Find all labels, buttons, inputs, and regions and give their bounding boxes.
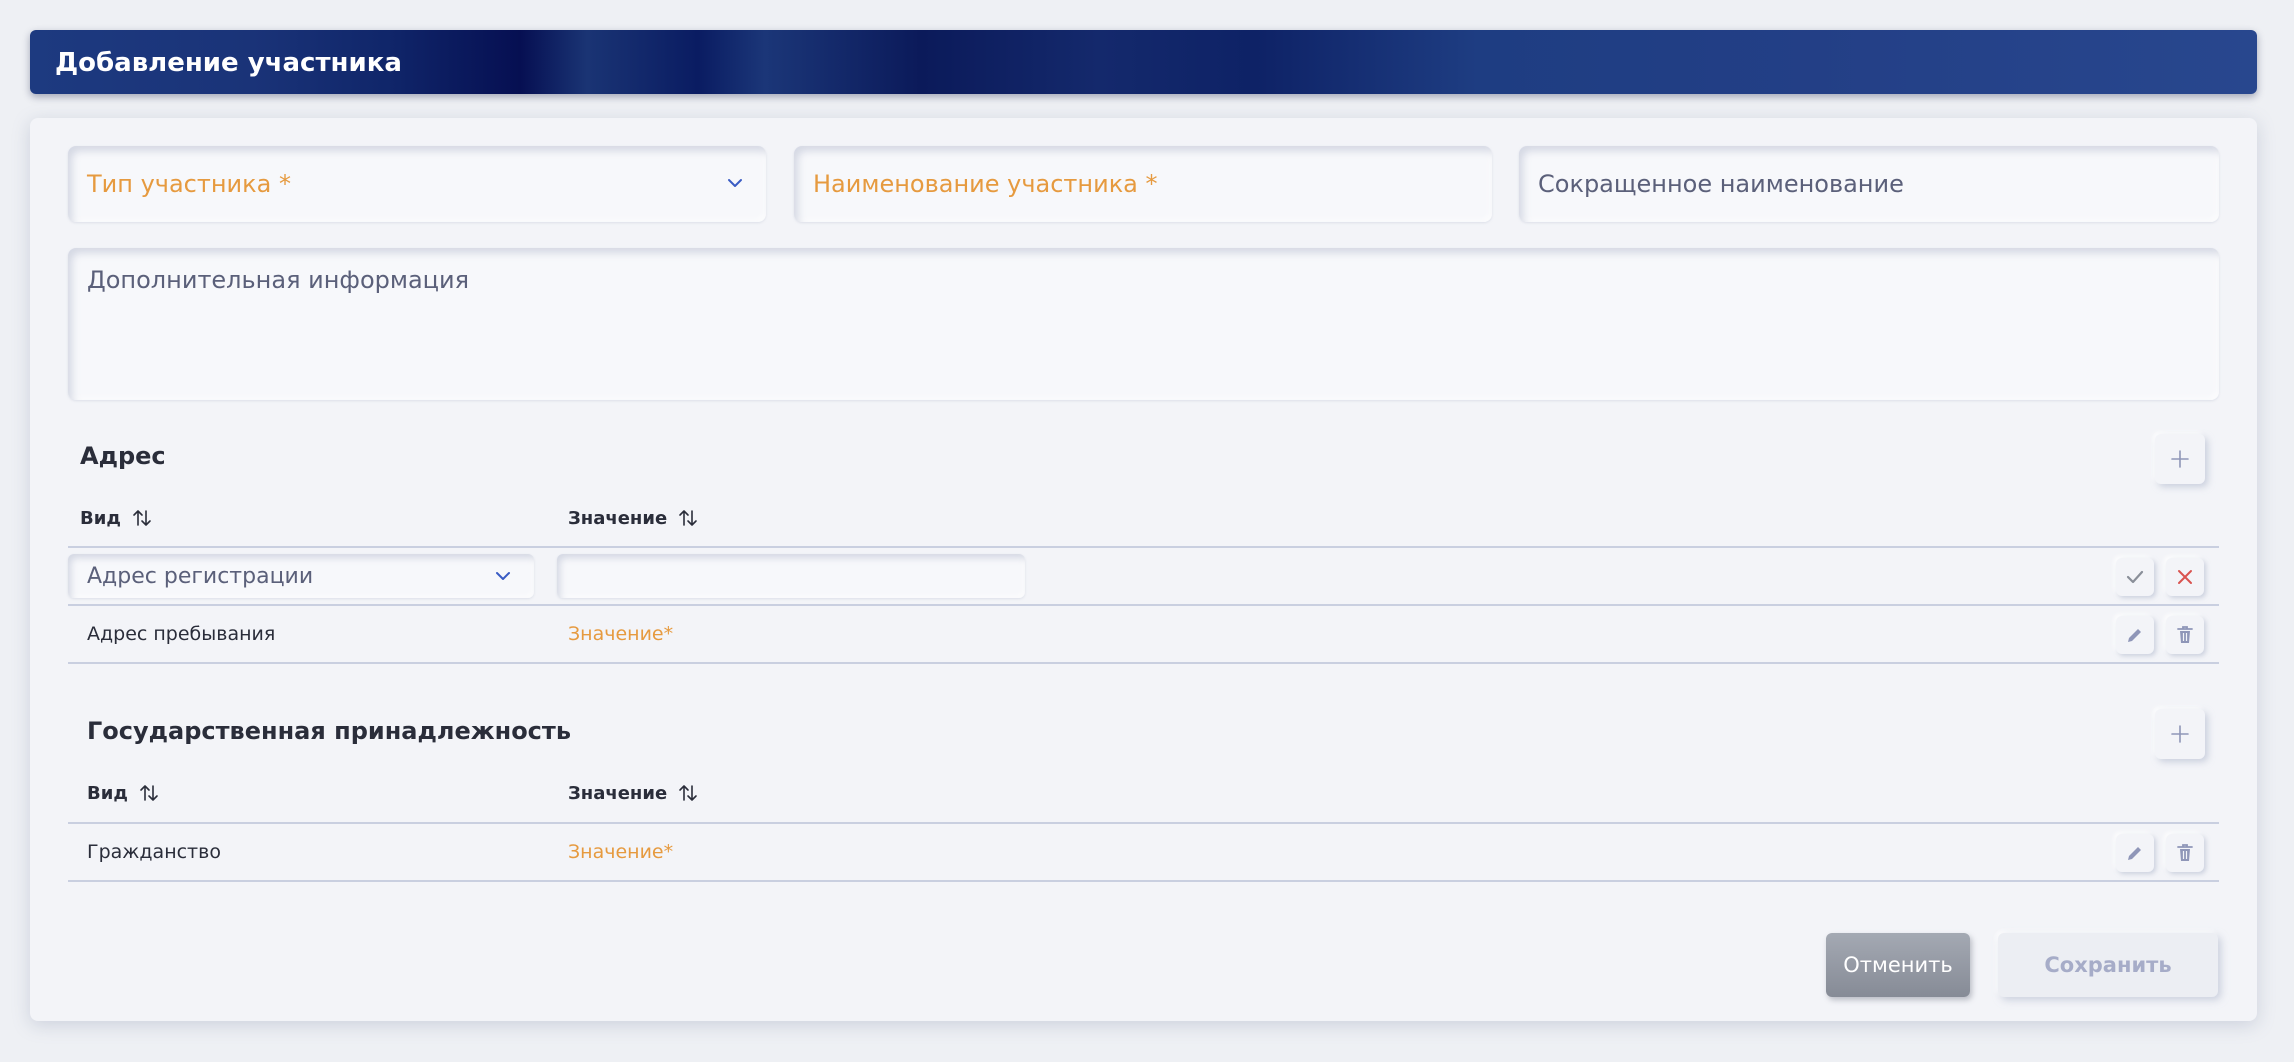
additional-info-label: Дополнительная информация	[87, 266, 470, 294]
check-icon	[2126, 570, 2144, 584]
divider	[68, 662, 2219, 664]
chevron-down-icon	[728, 179, 742, 187]
close-icon	[2178, 570, 2192, 584]
address-type-select[interactable]: Адрес регистрации	[68, 554, 534, 598]
delete-button[interactable]	[2166, 834, 2204, 872]
confirm-button[interactable]	[2116, 558, 2154, 596]
participant-form-card: Тип участника * Наименование участника *…	[30, 118, 2257, 1021]
address-col-value[interactable]: Значение	[568, 507, 699, 529]
cancel-edit-button[interactable]	[2166, 558, 2204, 596]
address-section-title: Адрес	[80, 442, 166, 470]
additional-info-textarea[interactable]: Дополнительная информация	[68, 248, 2219, 400]
sort-icon	[679, 785, 698, 801]
page-header: Добавление участника	[30, 30, 2257, 94]
divider	[68, 604, 2219, 606]
trash-icon	[2177, 626, 2193, 643]
address-type-value: Адрес регистрации	[87, 564, 314, 589]
divider	[68, 546, 2219, 548]
address-row-value: Значение*	[568, 623, 674, 645]
address-col-type[interactable]: Вид	[80, 507, 153, 529]
add-address-button[interactable]	[2155, 434, 2205, 484]
pencil-icon	[2128, 629, 2141, 642]
add-citizenship-button[interactable]	[2155, 709, 2205, 759]
short-name-input[interactable]: Сокращенное наименование	[1519, 146, 2219, 222]
plus-icon	[2171, 725, 2189, 743]
citizenship-col-value[interactable]: Значение	[568, 782, 699, 804]
participant-name-label: Наименование участника *	[813, 170, 1158, 198]
page-title: Добавление участника	[55, 48, 402, 78]
citizenship-section-title: Государственная принадлежность	[87, 717, 571, 745]
save-button[interactable]: Сохранить	[1998, 933, 2218, 997]
chevron-down-icon	[496, 572, 510, 580]
edit-button[interactable]	[2116, 616, 2154, 654]
delete-button[interactable]	[2166, 616, 2204, 654]
divider	[68, 822, 2219, 824]
edit-button[interactable]	[2116, 834, 2154, 872]
sort-icon	[679, 510, 698, 526]
participant-type-label: Тип участника *	[87, 170, 291, 198]
pencil-icon	[2128, 847, 2141, 860]
participant-type-select[interactable]: Тип участника *	[68, 146, 766, 222]
short-name-label: Сокращенное наименование	[1538, 170, 1904, 198]
divider	[68, 880, 2219, 882]
plus-icon	[2171, 450, 2189, 468]
participant-name-input[interactable]: Наименование участника *	[794, 146, 1492, 222]
trash-icon	[2177, 844, 2193, 861]
address-row-type: Адрес пребывания	[87, 623, 276, 645]
address-value-input[interactable]	[557, 554, 1025, 598]
sort-icon	[140, 785, 158, 801]
citizenship-col-type[interactable]: Вид	[87, 782, 160, 804]
sort-icon	[133, 510, 151, 526]
cancel-button[interactable]: Отменить	[1826, 933, 1970, 997]
citizenship-row-type: Гражданство	[87, 841, 221, 863]
citizenship-row-value: Значение*	[568, 841, 674, 863]
